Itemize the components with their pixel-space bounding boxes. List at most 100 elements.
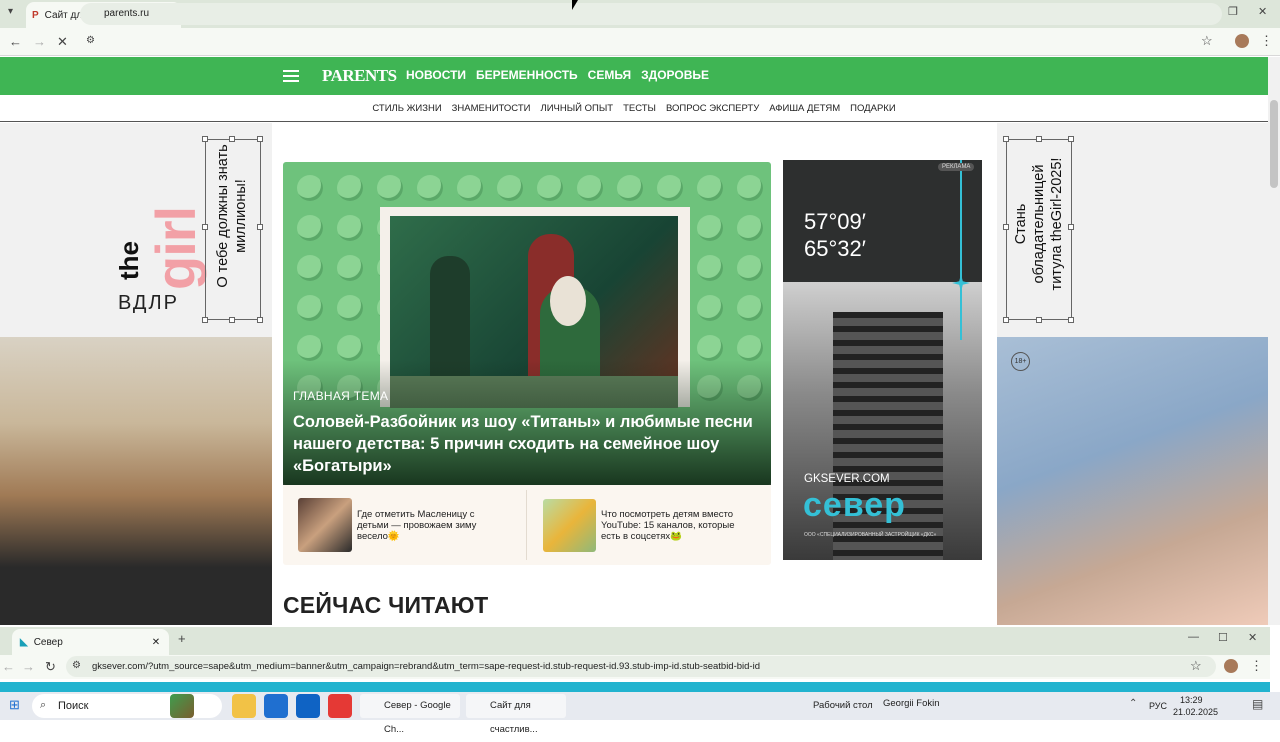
close-window-icon[interactable]: ✕ (1258, 5, 1267, 18)
lego-stud (337, 255, 363, 281)
address-row (0, 28, 1280, 56)
nav-pregnancy[interactable]: БЕРЕМЕННОСТЬ (476, 68, 578, 82)
bookmark-star-icon[interactable]: ☆ (1201, 33, 1213, 49)
menu2-icon[interactable]: ⋮ (1250, 658, 1263, 674)
reload2-icon[interactable]: ↻ (45, 659, 56, 675)
start-icon[interactable]: ⊞ (9, 697, 20, 713)
lego-stud (617, 175, 643, 201)
left-banner-photo[interactable] (0, 337, 272, 625)
right-banner-text: Стань обладательницей титула theGirl-202… (1013, 157, 1065, 291)
sever-page-top (0, 682, 1270, 692)
yandex-icon[interactable] (328, 694, 352, 718)
scrollbar-thumb[interactable] (1270, 100, 1278, 188)
clock-time[interactable]: 13:29 (1180, 695, 1203, 705)
ad-coordinates: 57°09′ 65°32′ (804, 208, 866, 262)
main-nav: НОВОСТИ БЕРЕМЕННОСТЬ СЕМЬЯ ЗДОРОВЬЕ (406, 68, 709, 82)
lego-stud (337, 175, 363, 201)
subnav-lifestyle[interactable]: СТИЛЬ ЖИЗНИ (372, 103, 441, 114)
vdr-logo: ВДЛР (118, 292, 179, 314)
minimize2-icon[interactable]: — (1188, 631, 1199, 643)
address2-bar[interactable]: gksever.com/?utm_source=sape&utm_medium=… (66, 656, 1216, 677)
lego-stud (537, 175, 563, 201)
maximize2-icon[interactable]: ☐ (1218, 631, 1228, 644)
subnav-tests[interactable]: ТЕСТЫ (623, 103, 656, 114)
address-bar[interactable]: parents.ru (80, 3, 1222, 25)
back-icon[interactable]: ← (9, 34, 22, 49)
back2-icon[interactable]: ← (2, 659, 15, 674)
ad-label[interactable]: РЕКЛАМА (938, 163, 975, 171)
lego-stud (697, 255, 723, 281)
card-youtube[interactable]: Что посмотреть детям вместо YouTube: 15 … (601, 509, 751, 542)
clock-date[interactable]: 21.02.2025 (1173, 707, 1218, 717)
taskbar-window-parents[interactable]: Сайт для счастлив... (466, 694, 566, 735)
widget-icon[interactable] (170, 694, 194, 718)
nav-health[interactable]: ЗДОРОВЬЕ (641, 68, 709, 82)
lego-stud (737, 175, 763, 201)
tab2-close-icon[interactable]: ✕ (152, 637, 160, 648)
stop-icon[interactable]: ✕ (57, 34, 68, 50)
card-thumb-youtube[interactable] (543, 499, 596, 552)
browser2-tab-bar (0, 627, 1270, 655)
search-icon: ⌕ (40, 699, 47, 711)
lego-stud (297, 335, 323, 361)
lego-stud (297, 215, 323, 241)
menu-icon[interactable]: ⋮ (1260, 33, 1273, 49)
lego-stud (697, 175, 723, 201)
lego-stud (737, 295, 763, 321)
card-thumb-maslenitsa[interactable] (298, 498, 352, 552)
right-banner-photo[interactable] (997, 337, 1268, 625)
sub-nav: СТИЛЬ ЖИЗНИ ЗНАМЕНИТОСТИ ЛИЧНЫЙ ОПЫТ ТЕС… (0, 95, 1268, 122)
subnav-personal[interactable]: ЛИЧНЫЙ ОПЫТ (540, 103, 613, 114)
site-info-icon[interactable]: ⚙ (86, 35, 95, 46)
lego-stud (697, 215, 723, 241)
forward-icon[interactable]: → (33, 34, 46, 49)
hero-tag: ГЛАВНАЯ ТЕМА (293, 389, 389, 403)
subnav-celebrities[interactable]: ЗНАМЕНИТОСТИ (452, 103, 531, 114)
hero-title[interactable]: Соловей-Разбойник из шоу «Титаны» и люби… (293, 411, 753, 477)
nav-family[interactable]: СЕМЬЯ (588, 68, 631, 82)
taskbar-window-sever-label: Север - Google Ch... (384, 700, 451, 735)
site-logo[interactable]: PARENTS (322, 66, 397, 86)
taskbar-window-sever[interactable]: Север - Google Ch... (360, 694, 460, 735)
outlook-icon[interactable] (296, 694, 320, 718)
left-banner-text: О тебе должны знать миллионы! (215, 144, 249, 288)
tray-arrow-icon[interactable]: ⌃ (1129, 698, 1137, 709)
explorer-icon[interactable] (232, 694, 256, 718)
section-title: СЕЙЧАС ЧИТАЮТ (283, 592, 489, 618)
user-label[interactable]: Georgii Fokin (883, 698, 940, 709)
lego-stud (497, 175, 523, 201)
nav-news[interactable]: НОВОСТИ (406, 68, 466, 82)
tab-search-icon[interactable]: ▾ (8, 6, 13, 17)
notification-icon[interactable]: ▤ (1252, 697, 1263, 711)
ad-accent-line (960, 160, 962, 340)
profile-avatar[interactable] (1235, 34, 1249, 48)
bookmark2-star-icon[interactable]: ☆ (1190, 658, 1202, 674)
sever-favicon-icon: ◣ (20, 636, 28, 648)
language-indicator[interactable]: РУС (1149, 701, 1167, 711)
card-maslenitsa[interactable]: Где отметить Масленицу с детьми — провож… (357, 509, 497, 542)
favicon-icon: P (32, 9, 39, 21)
forward2-icon[interactable]: → (22, 659, 35, 674)
close2-icon[interactable]: ✕ (1248, 631, 1257, 644)
store-icon[interactable] (264, 694, 288, 718)
lego-stud (697, 295, 723, 321)
card-divider (526, 490, 527, 560)
lego-stud (737, 255, 763, 281)
restore-icon[interactable]: ❐ (1228, 5, 1238, 18)
ad-coord-2: 65°32′ (804, 236, 866, 261)
desktop-label[interactable]: Рабочий стол (813, 700, 873, 711)
subnav-expert[interactable]: ВОПРОС ЭКСПЕРТУ (666, 103, 759, 114)
lego-stud (337, 215, 363, 241)
lego-stud (577, 175, 603, 201)
subnav-gifts[interactable]: ПОДАРКИ (850, 103, 895, 114)
profile2-avatar[interactable] (1224, 659, 1238, 673)
ad-fine-print: ООО «СПЕЦИАЛИЗИРОВАННЫЙ ЗАСТРОЙЩИК «ДКС» (804, 532, 937, 538)
lego-stud (377, 175, 403, 201)
new-tab2-icon[interactable]: + (178, 631, 186, 646)
lego-stud (457, 175, 483, 201)
site-info2-icon[interactable]: ⚙ (72, 660, 81, 671)
browser2-tab-sever[interactable]: ◣ Север ✕ (12, 629, 169, 655)
hamburger-menu-icon[interactable] (283, 70, 299, 82)
taskbar-window-parents-label: Сайт для счастлив... (490, 700, 538, 735)
subnav-kids-events[interactable]: АФИША ДЕТЯМ (769, 103, 840, 114)
